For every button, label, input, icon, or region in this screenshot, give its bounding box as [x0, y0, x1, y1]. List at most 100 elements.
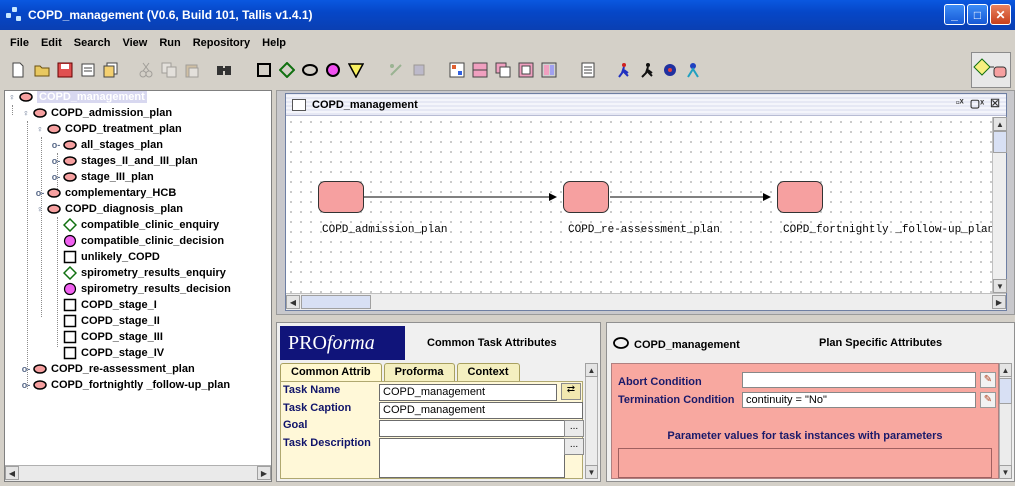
document-icon[interactable]: [578, 60, 598, 80]
expand-handle-icon[interactable]: o-: [21, 380, 31, 390]
debug-icon[interactable]: [660, 60, 680, 80]
tree-item[interactable]: COPD_stage_III: [63, 329, 163, 345]
tree-horizontal-scrollbar[interactable]: ◀ ▶: [5, 465, 271, 481]
expand-handle-icon[interactable]: o-: [51, 140, 61, 150]
collapse-handle-icon[interactable]: ♀: [35, 204, 45, 214]
tab-common-attrib[interactable]: Common Attrib: [280, 363, 382, 381]
canvas-vertical-scrollbar[interactable]: ▲ ▼: [992, 117, 1007, 293]
copy-icon[interactable]: [159, 60, 179, 80]
canvas-horizontal-scrollbar[interactable]: ◀ ▶: [286, 293, 1006, 310]
tree-item[interactable]: COPD_stage_I: [63, 297, 157, 313]
plan-node-reassessment[interactable]: [563, 181, 609, 213]
scroll-down-icon[interactable]: ▼: [999, 465, 1012, 479]
scroll-right-icon[interactable]: ▶: [992, 295, 1006, 309]
edit-pencil-icon[interactable]: ✎: [980, 372, 996, 388]
tree-item[interactable]: ♀ COPD_treatment_plan: [35, 121, 182, 137]
expand-handle-icon[interactable]: o-: [51, 156, 61, 166]
collapse-handle-icon[interactable]: ♀: [7, 92, 17, 102]
properties-icon[interactable]: [78, 60, 98, 80]
scroll-left-icon[interactable]: ◀: [286, 295, 300, 309]
plan-node-followup[interactable]: [777, 181, 823, 213]
scroll-thumb[interactable]: [999, 378, 1012, 404]
tree-item[interactable]: o- all_stages_plan: [51, 137, 163, 153]
scroll-up-icon[interactable]: ▲: [585, 363, 598, 377]
edit-pencil-icon[interactable]: ✎: [980, 392, 996, 408]
cascade-icon[interactable]: [493, 60, 513, 80]
plan-square-icon[interactable]: [254, 60, 274, 80]
tree-item-root[interactable]: ♀ COPD_management: [7, 91, 147, 105]
plan-node-admission[interactable]: [318, 181, 364, 213]
rename-icon[interactable]: ⇄: [561, 383, 581, 400]
stop-icon[interactable]: [683, 60, 703, 80]
plan-ellipse-icon[interactable]: [300, 60, 320, 80]
collapse-handle-icon[interactable]: ♀: [21, 108, 31, 118]
tree-item[interactable]: o- stages_II_and_III_plan: [51, 153, 198, 169]
tab-proforma[interactable]: Proforma: [383, 363, 455, 381]
unlink-icon[interactable]: [409, 60, 429, 80]
task-name-field[interactable]: COPD_management: [379, 384, 557, 401]
tree-item[interactable]: compatible_clinic_decision: [63, 233, 224, 249]
windows-icon[interactable]: [539, 60, 559, 80]
run-step-icon[interactable]: [637, 60, 657, 80]
goal-more-button[interactable]: ...: [564, 420, 584, 437]
minimize-button[interactable]: _: [944, 4, 965, 25]
task-caption-field[interactable]: COPD_management: [379, 402, 583, 419]
tree-item[interactable]: ♀ COPD_diagnosis_plan: [35, 201, 183, 217]
cut-icon[interactable]: [136, 60, 156, 80]
plan-attrs-vertical-scrollbar[interactable]: ▲ ▼: [999, 363, 1012, 479]
scroll-thumb[interactable]: [301, 295, 371, 309]
menu-repository[interactable]: Repository: [187, 34, 256, 52]
maximize-frame-icon[interactable]: ▢ˣ: [970, 97, 984, 110]
plan-diagram-icon[interactable]: [971, 52, 1011, 88]
tree-item[interactable]: o- complementary_HCB: [35, 185, 177, 201]
scroll-up-icon[interactable]: ▲: [993, 117, 1007, 131]
expand-handle-icon[interactable]: o-: [21, 364, 31, 374]
scroll-down-icon[interactable]: ▼: [993, 279, 1007, 293]
maximize-button[interactable]: □: [967, 4, 988, 25]
enquiry-diamond-icon[interactable]: [277, 60, 297, 80]
tile-icon[interactable]: [470, 60, 490, 80]
menu-edit[interactable]: Edit: [35, 34, 68, 52]
plan-diagram[interactable]: COPD_admission_plan COPD_re-assessment_p…: [286, 117, 994, 293]
goal-field[interactable]: [379, 420, 565, 437]
scroll-right-icon[interactable]: ▶: [257, 466, 271, 480]
run-icon[interactable]: [614, 60, 634, 80]
close-button[interactable]: ✕: [990, 4, 1011, 25]
tree-item[interactable]: o- COPD_re-assessment_plan: [21, 361, 195, 377]
open-folder-icon[interactable]: [32, 60, 52, 80]
menu-file[interactable]: File: [4, 34, 35, 52]
link-icon[interactable]: [386, 60, 406, 80]
minimize-frame-icon[interactable]: ▫ˣ: [956, 97, 964, 110]
tree-item[interactable]: spirometry_results_enquiry: [63, 265, 226, 281]
expand-handle-icon[interactable]: o-: [35, 188, 45, 198]
menu-search[interactable]: Search: [68, 34, 117, 52]
tree-item[interactable]: unlikely_COPD: [63, 249, 160, 265]
description-more-button[interactable]: ...: [564, 438, 584, 455]
window-icon[interactable]: [516, 60, 536, 80]
paste-icon[interactable]: [182, 60, 202, 80]
scroll-up-icon[interactable]: ▲: [999, 363, 1012, 377]
termination-condition-field[interactable]: continuity = "No": [742, 392, 976, 408]
decision-circle-icon[interactable]: [323, 60, 343, 80]
copy-doc-icon[interactable]: [101, 60, 121, 80]
tree-item[interactable]: ♀ COPD_admission_plan: [21, 105, 172, 121]
save-icon[interactable]: [55, 60, 75, 80]
expand-handle-icon[interactable]: o-: [51, 172, 61, 182]
scroll-thumb[interactable]: [993, 131, 1007, 153]
tree-item[interactable]: compatible_clinic_enquiry: [63, 217, 219, 233]
grid-icon[interactable]: [447, 60, 467, 80]
close-frame-icon[interactable]: ☒: [990, 97, 1000, 110]
tree-item[interactable]: COPD_stage_IV: [63, 345, 164, 361]
parameter-values-area[interactable]: [618, 448, 992, 478]
task-description-field[interactable]: [379, 438, 565, 478]
tree-item[interactable]: COPD_stage_II: [63, 313, 160, 329]
tree-item[interactable]: o- stage_III_plan: [51, 169, 154, 185]
find-icon[interactable]: [214, 60, 234, 80]
tab-context[interactable]: Context: [456, 363, 520, 381]
scroll-left-icon[interactable]: ◀: [5, 466, 19, 480]
menu-help[interactable]: Help: [256, 34, 292, 52]
action-triangle-icon[interactable]: [346, 60, 366, 80]
scroll-down-icon[interactable]: ▼: [585, 465, 598, 479]
collapse-handle-icon[interactable]: ♀: [35, 124, 45, 134]
menu-view[interactable]: View: [116, 34, 153, 52]
